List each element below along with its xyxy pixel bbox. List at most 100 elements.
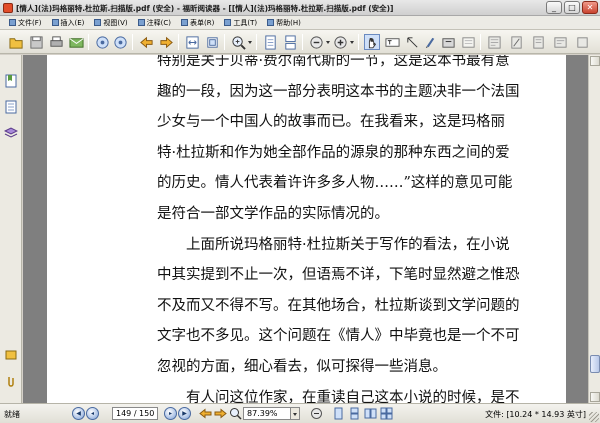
zoom-out-status-icon[interactable] — [310, 407, 323, 420]
continuous-facing-status-icon[interactable] — [380, 407, 393, 420]
text-line: 文字也不多见。这个问题在《情人》中毕竟也是一个不可 — [157, 328, 520, 345]
forward-icon[interactable] — [158, 34, 174, 50]
menu-form[interactable]: 表单(R) — [176, 18, 219, 28]
menu-tools-label: 工具(T) — [233, 18, 258, 27]
menu-comment-label: 注释(C) — [146, 18, 172, 27]
app-logo-icon — [3, 3, 13, 13]
paragraph-2: 上面所说玛格丽特·杜拉斯关于写作的看法，在小说 中其实提到不止一次，但语焉不详，… — [157, 230, 549, 383]
next-page-button[interactable]: ▸ — [164, 407, 177, 420]
zoom-out-dropdown-arrow[interactable] — [326, 41, 330, 44]
facing-status-icon[interactable] — [364, 407, 377, 420]
measure-icon[interactable] — [530, 34, 546, 50]
toolbar-separator — [256, 34, 257, 50]
comment-icon[interactable] — [486, 34, 502, 50]
paperclip-icon[interactable] — [3, 373, 19, 389]
fit-width-icon[interactable] — [184, 34, 200, 50]
last-page-button[interactable]: ▶ — [178, 407, 191, 420]
zoom-level-dropdown[interactable] — [291, 407, 300, 420]
first-page-button[interactable]: ◀ — [72, 407, 85, 420]
page-number-field[interactable]: 149 / 150 — [112, 407, 158, 420]
window-title: [情人](法)玛格丽特.杜拉斯.扫描版.pdf (安全) - 福昕阅读器 - [… — [16, 4, 394, 13]
menu-comment[interactable]: 注释(C) — [133, 18, 176, 28]
text-line: 有人问这位作家，在重读自己这本小说的时候，是不 — [186, 389, 520, 403]
attachments-icon[interactable] — [3, 347, 19, 363]
scroll-up-arrow-icon[interactable] — [590, 56, 600, 66]
last-page-icon[interactable] — [112, 34, 128, 50]
previous-page-button[interactable]: ◂ — [86, 407, 99, 420]
history-forward-icon[interactable] — [214, 407, 227, 420]
zoom-level-field[interactable]: 87.39% — [243, 407, 291, 420]
single-page-status-icon[interactable] — [332, 407, 345, 420]
zoom-in-dropdown-arrow[interactable] — [350, 41, 354, 44]
text-line: 少女与一个中国人的故事而已。在我看来，这是玛格丽 — [157, 114, 505, 131]
first-page-icon[interactable] — [94, 34, 110, 50]
close-button[interactable]: ✕ — [582, 1, 598, 14]
continuous-page-icon[interactable] — [282, 34, 298, 50]
maximize-button[interactable]: □ — [564, 1, 580, 14]
menu-bar: 文件(F) 插入(E) 视图(V) 注释(C) 表单(R) 工具(T) 帮助(H… — [0, 16, 600, 30]
resize-grip-icon[interactable] — [589, 412, 599, 422]
bookmarks-icon[interactable] — [3, 73, 19, 89]
pages-thumbnail-icon[interactable] — [3, 99, 19, 115]
status-bar: 就绪 ◀ ◂ 149 / 150 ▸ ▶ 87.39% 文件: [10.24 *… — [0, 403, 600, 423]
toolbar-separator — [480, 34, 481, 50]
status-text: 就绪 — [4, 410, 20, 419]
open-icon[interactable] — [8, 34, 24, 50]
single-page-icon[interactable] — [262, 34, 278, 50]
menu-file[interactable]: 文件(F) — [4, 18, 47, 28]
email-icon[interactable] — [68, 34, 84, 50]
select-text-icon[interactable] — [384, 34, 400, 50]
scroll-thumb[interactable] — [590, 355, 600, 373]
zoom-status-icon[interactable] — [229, 407, 242, 420]
scroll-down-arrow-icon[interactable] — [590, 392, 600, 402]
typewriter-icon[interactable] — [440, 34, 456, 50]
annotation-icon[interactable] — [422, 34, 438, 50]
hand-tool-icon[interactable] — [364, 34, 380, 50]
stamp-icon[interactable] — [508, 34, 524, 50]
back-icon[interactable] — [138, 34, 154, 50]
text-line: 趣的一段，因为这一部分表明这本书的主题决非一个法国 — [157, 83, 520, 100]
text-line: 特·杜拉斯和作为她全部作品的源泉的那种东西之间的爱 — [157, 144, 510, 161]
text-line: 中其实提到不止一次，但语焉不详，下笔时显然避之惟恐 — [157, 267, 520, 284]
zoom-in-icon[interactable] — [230, 34, 246, 50]
zoom-dropdown-arrow[interactable] — [248, 41, 252, 44]
help-menu-icon — [267, 19, 275, 26]
comment-menu-icon — [137, 19, 145, 26]
menu-insert-label: 插入(E) — [60, 18, 85, 27]
toolbar-separator — [302, 34, 303, 50]
text-line: 上面所说玛格丽特·杜拉斯关于写作的看法，在小说 — [186, 236, 510, 253]
pdf-page: 特别是关于贝蒂·费尔南代斯的一节，这是这本书最有意 趣的一段，因为这一部分表明这… — [47, 55, 566, 403]
file-dimensions: 文件: [10.24 * 14.93 英寸] — [485, 410, 586, 419]
zoom-out-circle-icon[interactable] — [308, 34, 324, 50]
zoom-in-circle-icon[interactable] — [332, 34, 348, 50]
text-line: 特别是关于贝蒂·费尔南代斯的一节，这是这本书最有意 — [157, 55, 510, 69]
layers-icon[interactable] — [3, 125, 19, 141]
actual-size-icon[interactable] — [204, 34, 220, 50]
print-icon[interactable] — [48, 34, 64, 50]
menu-tools[interactable]: 工具(T) — [219, 18, 262, 28]
text-line: 忽视的方面，细心看去，似可探得一些消息。 — [157, 358, 447, 375]
menu-insert[interactable]: 插入(E) — [47, 18, 90, 28]
toolbar-separator — [88, 34, 89, 50]
text-line: 的历史。情人代表着许许多多人物……”这样的意见可能 — [157, 175, 513, 192]
toolbar-separator — [224, 34, 225, 50]
toolbar-more-icon[interactable] — [574, 34, 590, 50]
view-menu-icon — [94, 19, 102, 26]
continuous-status-icon[interactable] — [348, 407, 361, 420]
paragraph-3: 有人问这位作家，在重读自己这本小说的时候，是不 — [157, 383, 549, 403]
vertical-scrollbar[interactable] — [588, 55, 600, 403]
save-icon[interactable] — [28, 34, 44, 50]
navigation-panel — [0, 55, 22, 403]
snapshot-icon[interactable] — [404, 34, 420, 50]
toolbar-separator — [132, 34, 133, 50]
document-viewport[interactable]: 特别是关于贝蒂·费尔南代斯的一节，这是这本书最有意 趣的一段，因为这一部分表明这… — [23, 55, 588, 403]
menu-help-label: 帮助(H) — [276, 18, 301, 27]
minimize-button[interactable]: _ — [546, 1, 562, 14]
highlight-icon[interactable] — [460, 34, 476, 50]
menu-help[interactable]: 帮助(H) — [262, 18, 306, 28]
history-back-icon[interactable] — [199, 407, 212, 420]
menu-file-label: 文件(F) — [18, 18, 42, 27]
form-icon[interactable] — [552, 34, 568, 50]
file-menu-icon — [9, 19, 16, 26]
menu-view[interactable]: 视图(V) — [89, 18, 132, 28]
